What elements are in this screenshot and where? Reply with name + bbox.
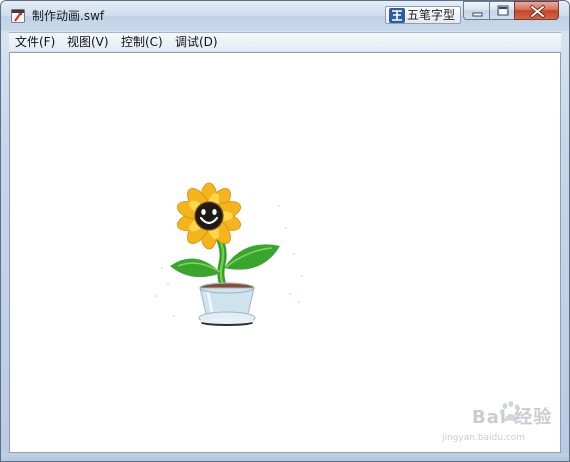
close-button[interactable] [514,1,559,20]
menu-file[interactable]: 文件(F) [15,35,55,50]
minimize-button[interactable] [463,1,490,20]
flash-player-icon [11,9,25,23]
title-bar[interactable]: 制作动画.swf 五笔字型 [1,1,569,31]
menu-debug[interactable]: 调试(D) [175,35,218,50]
menu-bar: 文件(F) 视图(V) 控制(C) 调试(D) [9,32,561,51]
sunflower-animation [155,182,303,326]
flash-player-window: 制作动画.swf 五笔字型 文件(F) 视图(V) 控制(C) 调试(D) Ba… [0,0,570,462]
baidu-jingyan-watermark: Bai 经验 jingyan.baidu.com [438,400,558,450]
window-title: 制作动画.swf [32,9,105,23]
ime-label: 五笔字型 [407,8,456,22]
watermark-url: jingyan.baidu.com [442,433,526,443]
wubi-ime-icon [389,8,405,23]
watermark-text: Bai 经验 [472,407,553,428]
ime-status-bar[interactable]: 五笔字型 [385,6,461,24]
maximize-button[interactable] [489,1,515,20]
maximize-icon [497,5,509,16]
menu-control[interactable]: 控制(C) [121,35,163,50]
window-bottom-border [1,453,569,461]
minimize-icon [472,12,483,17]
menu-view[interactable]: 视图(V) [67,35,109,50]
swf-canvas[interactable]: Bai 经验 jingyan.baidu.com [9,52,561,453]
close-icon [530,5,545,18]
